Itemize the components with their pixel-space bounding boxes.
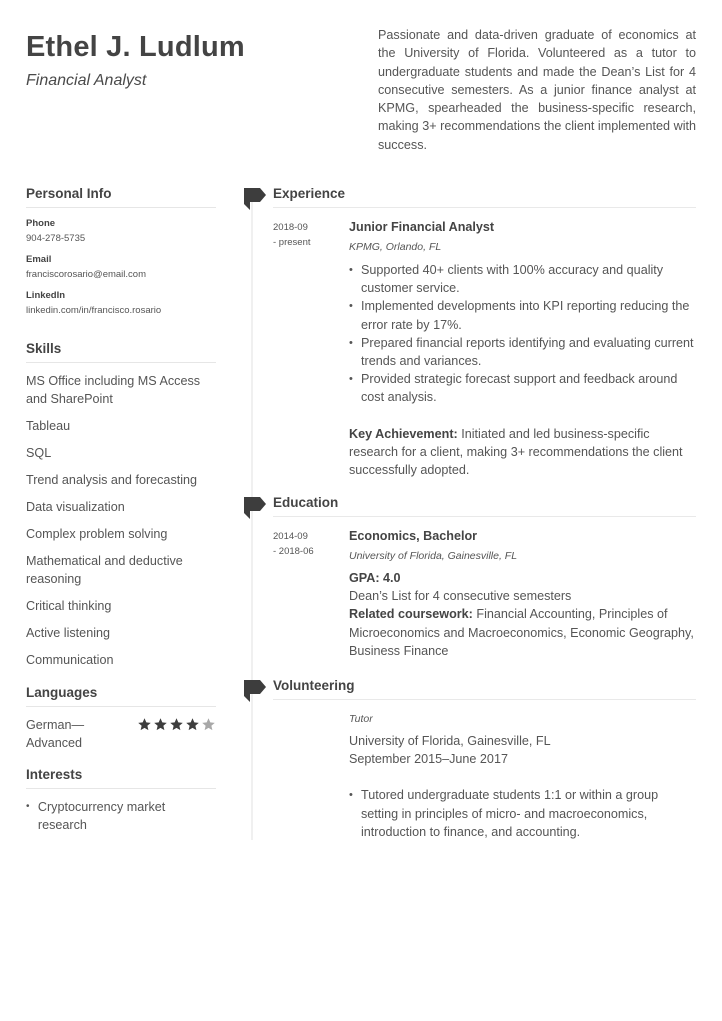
date-end: - 2018-06 (273, 546, 314, 558)
skill-item: Complex problem solving (26, 527, 168, 541)
language-rating (137, 717, 216, 732)
entry-dates (273, 710, 349, 841)
volunteer-org: University of Florida, Gainesville, FL (349, 734, 551, 749)
volunteer-role: Tutor (349, 713, 373, 726)
skill-item: Mathematical and deductive reasoning (26, 554, 183, 586)
interest-text: Cryptocurrency market research (37, 800, 166, 832)
interest-item: • Cryptocurrency market research (26, 798, 216, 834)
section-flag-icon (244, 680, 266, 703)
volunteering-heading: Volunteering (273, 678, 696, 701)
language-name: German—Advanced (26, 718, 85, 750)
linkedin-value[interactable]: linkedin.com/in/francisco.rosario (26, 303, 216, 319)
bullet-icon: • (26, 801, 30, 812)
section-flag-icon (244, 188, 266, 210)
coursework: Related coursework: Financial Accounting… (349, 605, 696, 660)
right-column: Experience 2018-09 - present Junior Fina… (244, 186, 696, 841)
responsibility-list: Supported 40+ clients with 100% accuracy… (349, 261, 696, 407)
coursework-label: Related coursework: (349, 607, 473, 622)
email-value[interactable]: franciscorosario@email.com (26, 267, 216, 283)
skills-heading: Skills (26, 341, 216, 363)
skill-item: SQL (26, 446, 52, 460)
responsibility-item: Implemented developments into KPI report… (349, 297, 696, 333)
star-filled-icon (138, 718, 151, 731)
honors: Dean’s List for 4 consecutive semesters (349, 589, 572, 604)
star-filled-icon (154, 718, 167, 731)
experience-entry: 2018-09 - present Junior Financial Analy… (244, 218, 696, 479)
skill-item: Trend analysis and forecasting (26, 473, 198, 487)
personal-info-heading: Personal Info (26, 186, 216, 208)
skill-item: Critical thinking (26, 599, 112, 613)
left-column: Personal Info Phone 904-278-5735 Email f… (26, 186, 216, 834)
key-achievement-label: Key Achievement: (349, 426, 458, 441)
skill-item: Data visualization (26, 500, 125, 514)
skill-item: Active listening (26, 626, 110, 640)
responsibility-item: Provided strategic forecast support and … (349, 370, 696, 406)
skill-item: Tableau (26, 419, 71, 433)
star-filled-icon (170, 718, 183, 731)
language-item: German—Advanced (26, 716, 216, 752)
key-achievement: Key Achievement: Initiated and led busin… (349, 425, 696, 480)
experience-heading: Experience (273, 186, 696, 208)
position-title: Junior Financial Analyst (349, 220, 495, 234)
star-empty-icon (202, 718, 215, 731)
date-end: - present (273, 237, 311, 248)
volunteering-entry: Tutor University of Florida, Gainesville… (244, 710, 696, 841)
responsibility-item: Prepared financial reports identifying a… (349, 334, 696, 370)
education-entry: 2014-09 - 2018-06 Economics, Bachelor Un… (244, 527, 696, 660)
email-label: Email (26, 254, 52, 265)
skill-item: MS Office including MS Access and ShareP… (26, 374, 201, 406)
volunteer-duty-item: Tutored undergraduate students 1:1 or wi… (349, 786, 696, 841)
entry-dates: 2014-09 - 2018-06 (273, 527, 349, 660)
responsibility-item: Supported 40+ clients with 100% accuracy… (349, 261, 696, 297)
education-section: Education 2014-09 - 2018-06 Economics, B… (244, 495, 696, 660)
entry-dates: 2018-09 - present (273, 218, 349, 479)
job-title: Financial Analyst (26, 72, 147, 89)
date-start: 2014-09 (273, 531, 308, 543)
linkedin-label: LinkedIn (26, 290, 66, 301)
degree-title: Economics, Bachelor (349, 529, 478, 544)
interests-heading: Interests (26, 767, 216, 789)
company-location: KPMG, Orlando, FL (349, 241, 442, 253)
school-location: University of Florida, Gainesville, FL (349, 550, 518, 563)
skills-list: MS Office including MS Access and ShareP… (26, 372, 216, 669)
profile-summary: Passionate and data-driven graduate of e… (378, 28, 696, 152)
star-filled-icon (186, 718, 199, 731)
experience-section: Experience 2018-09 - present Junior Fina… (244, 186, 696, 479)
phone-value: 904-278-5735 (26, 233, 86, 244)
gpa: GPA: 4.0 (349, 571, 401, 586)
volunteering-section: Volunteering Tutor University of Florida… (244, 678, 696, 841)
languages-heading: Languages (26, 685, 216, 707)
date-start: 2018-09 (273, 222, 308, 233)
section-flag-icon (244, 497, 266, 520)
candidate-name: Ethel J. Ludlum (26, 31, 245, 63)
skill-item: Communication (26, 653, 114, 667)
volunteer-dates: September 2015–June 2017 (349, 752, 508, 767)
volunteer-duty-list: Tutored undergraduate students 1:1 or wi… (349, 786, 696, 841)
education-heading: Education (273, 495, 696, 518)
phone-label: Phone (26, 218, 56, 229)
